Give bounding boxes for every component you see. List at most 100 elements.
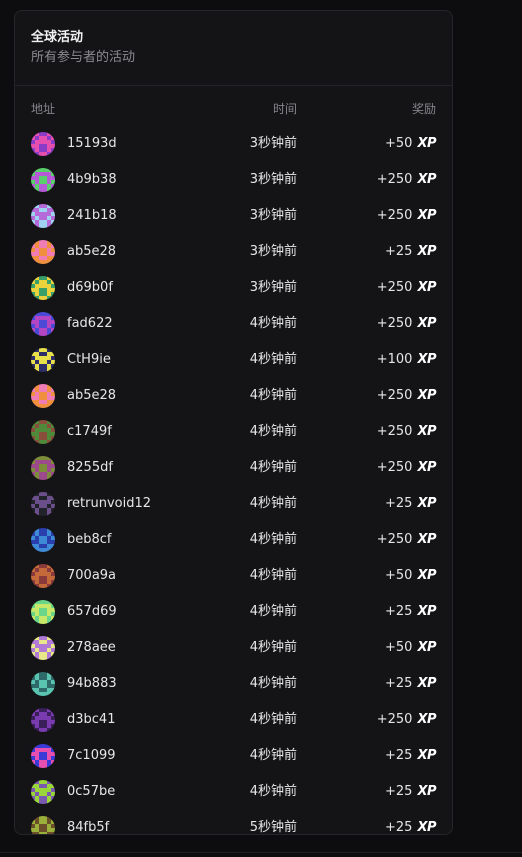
participant-address[interactable]: 657d69: [67, 604, 117, 620]
activity-time: 4秒钟前: [249, 748, 297, 763]
activity-time: 4秒钟前: [249, 496, 297, 511]
activity-time: 4秒钟前: [249, 640, 297, 655]
reward-amount: +250 XP: [376, 388, 437, 404]
activity-time: 3秒钟前: [249, 280, 297, 295]
xp-icon: XP: [417, 136, 436, 151]
activity-time: 4秒钟前: [249, 568, 297, 583]
xp-icon: XP: [417, 748, 436, 763]
reward-amount: +250 XP: [377, 208, 437, 224]
xp-icon: XP: [417, 316, 436, 331]
panel-title: 全球活动: [31, 30, 84, 45]
participant-address[interactable]: 700a9a: [67, 568, 116, 584]
reward-amount: +25 XP: [385, 748, 436, 764]
reward-value: +25: [385, 604, 413, 619]
avatar[interactable]: [31, 312, 55, 336]
participant-address[interactable]: 15193d: [67, 136, 117, 152]
xp-icon: XP: [417, 172, 436, 187]
participant-address[interactable]: CtH9ie: [67, 352, 111, 368]
avatar[interactable]: [31, 744, 55, 768]
activity-time: 5秒钟前: [249, 820, 297, 835]
reward-value: +25: [385, 676, 413, 691]
activity-row: ab5e28 4秒钟前 +250 XP: [15, 378, 452, 414]
reward-amount: +250 XP: [377, 712, 437, 728]
table-header: 地址 时间 奖励: [15, 86, 452, 126]
avatar[interactable]: [31, 600, 55, 624]
avatar[interactable]: [31, 456, 55, 480]
activity-row: 15193d 3秒钟前 +50 XP: [15, 126, 452, 162]
reward-amount: +250 XP: [377, 424, 437, 440]
participant-address[interactable]: 278aee: [67, 640, 116, 656]
xp-icon: XP: [417, 244, 436, 259]
avatar[interactable]: [31, 132, 55, 156]
participant-address[interactable]: 7c1099: [67, 748, 116, 764]
global-activity-panel: 全球活动 所有参与者的活动 地址 时间 奖励 15193d 3秒钟前 +50 XP 4b…: [14, 10, 453, 835]
activity-row: fad622 4秒钟前 +250 XP: [15, 306, 452, 342]
participant-address[interactable]: ab5e28: [67, 244, 116, 260]
participant-address[interactable]: beb8cf: [67, 532, 112, 548]
reward-value: +250: [376, 388, 413, 403]
participant-address[interactable]: ab5e28: [67, 388, 116, 404]
avatar[interactable]: [31, 276, 55, 300]
participant-address[interactable]: d3bc41: [67, 712, 115, 728]
reward-amount: +250 XP: [376, 172, 437, 188]
avatar[interactable]: [31, 492, 55, 516]
participant-address[interactable]: 4b9b38: [67, 172, 117, 188]
reward-value: +25: [385, 244, 413, 259]
reward-amount: +250 XP: [376, 460, 437, 476]
avatar[interactable]: [31, 816, 55, 834]
reward-value: +25: [385, 496, 413, 511]
reward-value: +25: [385, 784, 413, 799]
avatar[interactable]: [31, 780, 55, 804]
avatar[interactable]: [31, 420, 55, 444]
activity-row: 4b9b38 3秒钟前 +250 XP: [15, 162, 452, 198]
activity-time: 4秒钟前: [249, 316, 297, 331]
xp-icon: XP: [417, 424, 436, 439]
participant-address[interactable]: c1749f: [67, 424, 112, 440]
activity-row: beb8cf 4秒钟前 +250 XP: [15, 522, 452, 558]
activity-time: 3秒钟前: [249, 208, 297, 223]
reward-value: +250: [376, 532, 413, 547]
reward-value: +25: [385, 820, 413, 835]
avatar[interactable]: [31, 348, 55, 372]
reward-value: +100: [376, 352, 413, 367]
column-header-address: 地址: [31, 102, 56, 116]
xp-icon: XP: [417, 676, 436, 691]
participant-address[interactable]: d69b0f: [67, 280, 113, 296]
xp-icon: XP: [417, 640, 436, 655]
participant-address[interactable]: 84fb5f: [67, 820, 109, 834]
activity-row: d69b0f 3秒钟前 +250 XP: [15, 270, 452, 306]
avatar[interactable]: [31, 672, 55, 696]
avatar[interactable]: [31, 168, 55, 192]
avatar[interactable]: [31, 384, 55, 408]
xp-icon: XP: [417, 352, 436, 367]
avatar[interactable]: [31, 708, 55, 732]
participant-address[interactable]: 8255df: [67, 460, 113, 476]
participant-address[interactable]: retrunvoid12: [67, 496, 151, 512]
xp-icon: XP: [417, 532, 436, 547]
activity-row: 278aee 4秒钟前 +50 XP: [15, 630, 452, 666]
activity-row: 700a9a 4秒钟前 +50 XP: [15, 558, 452, 594]
avatar[interactable]: [31, 528, 55, 552]
participant-address[interactable]: 94b883: [67, 676, 117, 692]
reward-value: +250: [376, 460, 413, 475]
column-header-reward: 奖励: [411, 102, 436, 116]
xp-icon: XP: [417, 460, 436, 475]
participant-address[interactable]: fad622: [67, 316, 113, 332]
reward-value: +250: [376, 172, 413, 187]
activity-row: 7c1099 4秒钟前 +25 XP: [15, 738, 452, 774]
avatar[interactable]: [31, 240, 55, 264]
panel-subtitle: 所有参与者的活动: [31, 50, 136, 65]
avatar[interactable]: [31, 204, 55, 228]
activity-time: 4秒钟前: [249, 784, 297, 799]
reward-value: +50: [385, 568, 413, 583]
participant-address[interactable]: 0c57be: [67, 784, 115, 800]
participant-address[interactable]: 241b18: [67, 208, 117, 224]
reward-amount: +25 XP: [385, 496, 436, 512]
reward-amount: +100 XP: [376, 352, 437, 368]
xp-icon: XP: [417, 568, 436, 583]
avatar[interactable]: [31, 636, 55, 660]
reward-amount: +50 XP: [385, 136, 436, 152]
avatar[interactable]: [31, 564, 55, 588]
xp-icon: XP: [417, 820, 436, 835]
reward-amount: +25 XP: [385, 784, 436, 800]
